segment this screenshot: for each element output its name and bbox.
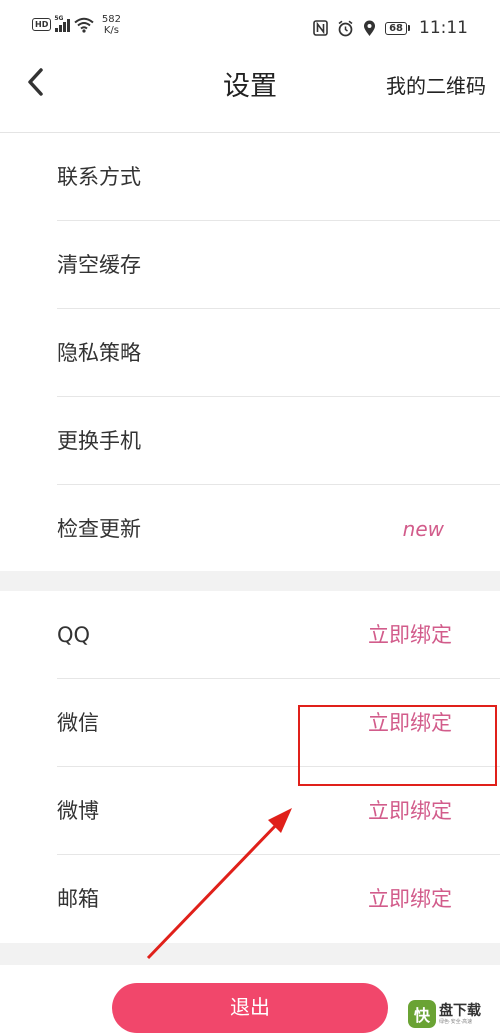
section-divider (0, 571, 500, 591)
battery-level: 68 (385, 21, 407, 35)
status-right: 68 11:11 (313, 18, 468, 38)
settings-item-contact[interactable]: 联系方式 (0, 133, 500, 221)
bind-item-weibo[interactable]: 微博 立即绑定 (0, 767, 500, 855)
status-left: HD 5G 582 K/s (32, 14, 121, 36)
bind-item-qq[interactable]: QQ 立即绑定 (0, 591, 500, 679)
settings-item-label: 联系方式 (57, 165, 141, 189)
bind-item-label: 微博 (57, 799, 99, 823)
nfc-icon (313, 20, 328, 36)
watermark-logo: 快 (408, 1000, 436, 1028)
settings-screen: HD 5G 582 K/s 68 11:11 设置 我的二维码 联系方式 清空缓… (0, 0, 500, 1033)
bind-item-wechat[interactable]: 微信 立即绑定 (0, 679, 500, 767)
network-type: 5G (54, 15, 64, 22)
settings-item-label: 隐私策略 (57, 341, 141, 365)
speed-value: 582 (101, 14, 121, 25)
my-qrcode-link[interactable]: 我的二维码 (386, 70, 486, 99)
watermark-tagline: 绿色·安全·高速 (439, 1018, 473, 1025)
status-time: 11:11 (419, 18, 468, 38)
nav-bar: 设置 我的二维码 (0, 56, 500, 128)
bind-now-button[interactable]: 立即绑定 (368, 855, 452, 943)
bind-item-label: 微信 (57, 711, 99, 735)
bind-item-email[interactable]: 邮箱 立即绑定 (0, 855, 500, 943)
bind-item-label: QQ (57, 623, 91, 647)
watermark: 快 盘下载 绿色·安全·高速 (408, 997, 498, 1031)
general-settings-list: 联系方式 清空缓存 隐私策略 更换手机 检查更新 new (0, 132, 500, 573)
account-binding-list: QQ 立即绑定 微信 立即绑定 微博 立即绑定 邮箱 立即绑定 (0, 591, 500, 943)
cellular-signal-icon: 5G (54, 15, 70, 32)
hd-badge: HD (32, 18, 52, 31)
bind-now-button[interactable]: 立即绑定 (368, 679, 452, 767)
bind-item-label: 邮箱 (57, 887, 99, 911)
settings-item-label: 清空缓存 (57, 253, 141, 277)
new-badge: new (402, 517, 444, 541)
alarm-icon (338, 20, 353, 36)
wifi-icon (74, 17, 94, 33)
settings-item-label: 检查更新 (57, 517, 141, 541)
bind-now-button[interactable]: 立即绑定 (368, 591, 452, 679)
status-bar: HD 5G 582 K/s 68 11:11 (0, 0, 500, 56)
network-speed: 582 K/s (102, 14, 121, 36)
section-divider (0, 943, 500, 965)
bind-now-button[interactable]: 立即绑定 (368, 767, 452, 855)
battery-icon: 68 (385, 21, 410, 35)
speed-unit: K/s (103, 25, 119, 36)
settings-item-check-update[interactable]: 检查更新 new (0, 485, 500, 573)
settings-item-clear-cache[interactable]: 清空缓存 (0, 221, 500, 309)
logout-button[interactable]: 退出 (112, 983, 388, 1033)
watermark-name: 盘下载 (439, 1002, 481, 1019)
settings-item-privacy-policy[interactable]: 隐私策略 (0, 309, 500, 397)
settings-item-label: 更换手机 (57, 429, 141, 453)
settings-item-change-phone[interactable]: 更换手机 (0, 397, 500, 485)
location-icon (364, 20, 376, 36)
